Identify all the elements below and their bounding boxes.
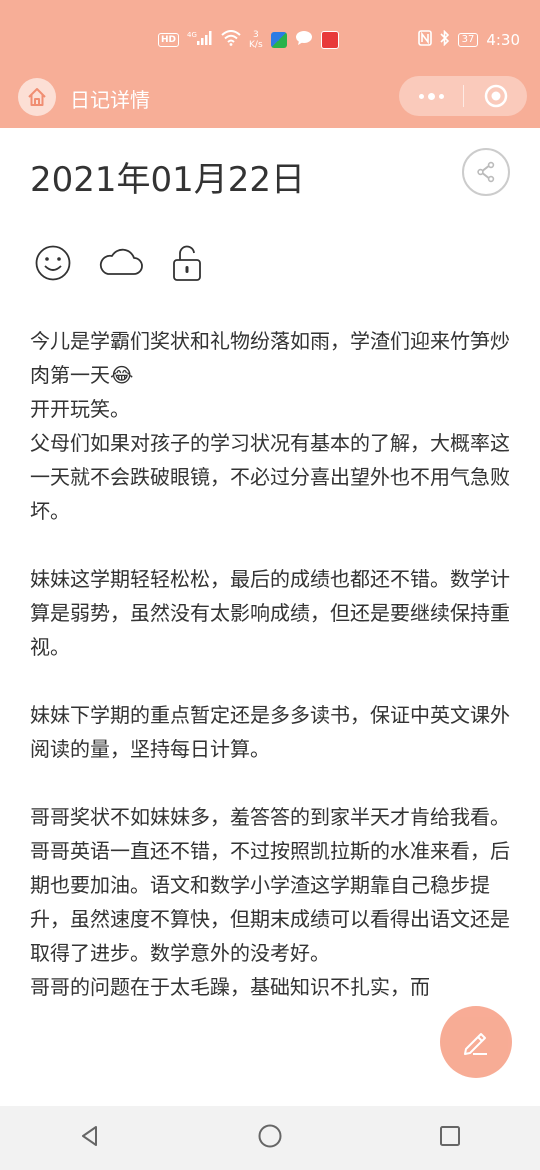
more-button[interactable] (399, 92, 463, 100)
back-icon[interactable] (78, 1124, 102, 1152)
battery-icon: 37 (457, 33, 479, 47)
diary-paragraph: 父母们如果对孩子的学习状况有基本的了解，大概率这一天就不会跌破眼镜，不必过分喜出… (30, 431, 510, 523)
diary-paragraph: 妹妹这学期轻轻松松，最后的成绩也都还不错。数学计算是弱势，虽然没有太影响成绩，但… (30, 567, 510, 659)
diary-content: 今儿是学霸们奖状和礼物纷落如雨，学渣们迎来竹笋炒肉第一天😂 开开玩笑。 父母们如… (30, 324, 516, 1004)
net-speed-value: 3 (252, 30, 259, 40)
diary-paragraph: 今儿是学霸们奖状和礼物纷落如雨，学渣们迎来竹笋炒肉第一天😂 (30, 329, 510, 387)
app-notification-icon (270, 32, 287, 48)
recent-apps-icon[interactable] (438, 1124, 462, 1152)
diary-paragraph: 妹妹下学期的重点暂定还是多多读书，保证中英文课外阅读的量，坚持每日计算。 (30, 703, 510, 761)
page-title: 日记详情 (70, 88, 150, 112)
more-dot-icon (427, 92, 435, 100)
app-notification-icon-2 (320, 31, 339, 49)
cloud-icon (98, 247, 144, 283)
signal-label: 4G (187, 31, 197, 39)
status-time: 4:30 (486, 31, 520, 49)
more-dot-icon (418, 93, 424, 99)
app-header: HD 4G 3 K/s 37 4:30 日记详情 (0, 0, 540, 128)
signal-icon: 4G (187, 30, 213, 50)
smile-icon (34, 244, 72, 286)
diary-paragraph: 开开玩笑。 (30, 397, 130, 421)
share-icon (477, 161, 495, 183)
bluetooth-icon (440, 29, 450, 50)
net-speed: 3 K/s (249, 30, 263, 50)
net-speed-unit: K/s (249, 40, 263, 50)
diary-attributes (34, 244, 204, 286)
wifi-icon (221, 30, 241, 50)
diary-paragraph: 哥哥奖状不如妹妹多，羞答答的到家半天才肯给我看。 (30, 805, 510, 829)
pencil-icon (464, 1033, 487, 1055)
system-navigation-bar (0, 1106, 540, 1170)
home-icon (27, 87, 47, 111)
edit-button[interactable] (440, 1006, 512, 1078)
home-circle-icon[interactable] (257, 1123, 283, 1153)
diary-paragraph: 哥哥英语一直还不错，不过按照凯拉斯的水准来看，后期也要加油。语文和数学小学渣这学… (30, 839, 510, 965)
nfc-icon (417, 30, 432, 50)
navigation-bar: 日记详情 (0, 76, 540, 120)
chat-bubble-icon (295, 30, 313, 50)
target-close-icon (484, 84, 507, 108)
diary-paragraph: 哥哥的问题在于太毛躁，基础知识不扎实，而 (30, 975, 430, 999)
hd-badge: HD (158, 33, 180, 47)
close-button[interactable] (464, 83, 527, 109)
status-right: 37 4:30 (417, 28, 520, 52)
more-dot-icon (438, 93, 444, 99)
status-left: HD 4G 3 K/s (158, 28, 339, 52)
status-bar: HD 4G 3 K/s 37 4:30 (0, 0, 540, 80)
share-button[interactable] (462, 148, 510, 196)
diary-date: 2021年01月22日 (30, 160, 306, 200)
unlock-icon (170, 244, 204, 286)
mini-program-capsule (399, 76, 527, 116)
